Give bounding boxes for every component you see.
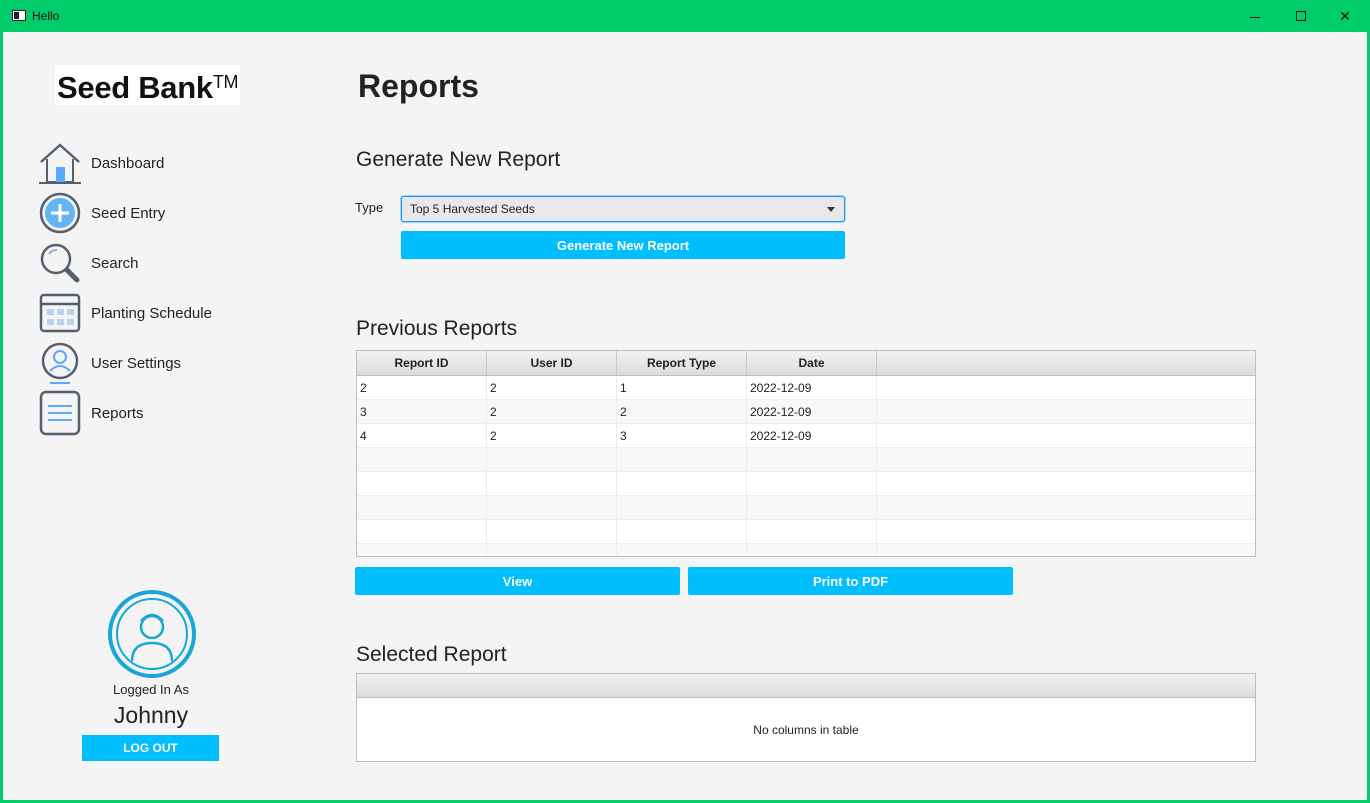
sidebar-item-label: Dashboard (91, 154, 165, 172)
empty-table-row (357, 496, 1255, 520)
sidebar-item-seed-entry[interactable]: Seed Entry (37, 188, 297, 238)
table-header: Report ID User ID Report Type Date (357, 351, 1255, 376)
table-cell: 2022-12-09 (747, 424, 877, 447)
view-button[interactable]: View (355, 567, 680, 595)
empty-table-row (357, 544, 1255, 556)
logout-button[interactable]: LOG OUT (82, 735, 219, 761)
previous-reports-heading: Previous Reports (356, 317, 518, 340)
maximize-button[interactable] (1278, 0, 1324, 32)
column-header-date[interactable]: Date (747, 351, 877, 375)
table-cell: 2 (487, 400, 617, 423)
table-cell: 2022-12-09 (747, 400, 877, 423)
column-header-user-id[interactable]: User ID (487, 351, 617, 375)
logged-in-label: Logged In As (113, 682, 189, 697)
table-cell: 4 (357, 424, 487, 447)
sidebar-item-dashboard[interactable]: Dashboard (37, 138, 297, 188)
plus-circle-icon (37, 190, 83, 236)
generate-report-heading: Generate New Report (356, 148, 561, 171)
selected-report-table[interactable]: No columns in table (356, 673, 1256, 762)
empty-table-row (357, 448, 1255, 472)
type-label: Type (355, 200, 384, 215)
table-body: 2 2 1 2022-12-09 3 2 2 2022-12-09 4 2 3 … (357, 376, 1255, 556)
calendar-icon (37, 290, 83, 336)
table-cell: 2 (617, 400, 747, 423)
username: Johnny (113, 702, 189, 728)
table-row[interactable]: 2 2 1 2022-12-09 (357, 376, 1255, 400)
table-header (357, 674, 1255, 698)
app-surface: Seed BankTM Dashboard Seed Entry Search … (3, 32, 1367, 800)
sidebar-item-label: Planting Schedule (91, 304, 212, 322)
chevron-down-icon (827, 207, 835, 212)
print-to-pdf-button[interactable]: Print to PDF (688, 567, 1013, 595)
magnifier-icon (37, 240, 83, 286)
table-cell-filler (877, 400, 1255, 423)
table-cell: 2 (487, 424, 617, 447)
table-cell: 3 (357, 400, 487, 423)
minimize-icon (1250, 16, 1260, 18)
app-icon (12, 10, 26, 21)
table-cell: 3 (617, 424, 747, 447)
table-cell: 2022-12-09 (747, 376, 877, 399)
user-icon (37, 340, 83, 386)
column-header-filler (877, 351, 1255, 375)
avatar-icon (107, 589, 197, 679)
sidebar-item-reports[interactable]: Reports (37, 388, 297, 438)
sidebar-item-label: Search (91, 254, 139, 272)
empty-table-row (357, 520, 1255, 544)
close-icon: ✕ (1339, 7, 1351, 24)
sidebar-item-label: Reports (91, 404, 144, 422)
close-button[interactable]: ✕ (1322, 0, 1368, 32)
sidebar-item-label: User Settings (91, 354, 182, 372)
sidebar-item-search[interactable]: Search (37, 238, 297, 288)
table-row[interactable]: 3 2 2 2022-12-09 (357, 400, 1255, 424)
window-title: Hello (32, 9, 60, 23)
page-title: Reports (358, 68, 479, 104)
maximize-icon (1296, 11, 1306, 21)
column-header-report-type[interactable]: Report Type (617, 351, 747, 375)
house-icon (37, 140, 83, 186)
title-bar: Hello ✕ (0, 0, 1370, 32)
table-row[interactable]: 4 2 3 2022-12-09 (357, 424, 1255, 448)
sidebar-item-user-settings[interactable]: User Settings (37, 338, 297, 388)
sidebar-item-planting-schedule[interactable]: Planting Schedule (37, 288, 297, 338)
empty-table-row (357, 472, 1255, 496)
report-type-select[interactable]: Top 5 Harvested Seeds (401, 196, 845, 222)
sidebar-item-label: Seed Entry (91, 204, 166, 222)
table-cell: 2 (357, 376, 487, 399)
table-cell: 1 (617, 376, 747, 399)
selected-report-heading: Selected Report (356, 643, 507, 666)
document-icon (37, 390, 83, 436)
previous-reports-table[interactable]: Report ID User ID Report Type Date 2 2 1… (356, 350, 1256, 557)
column-header-report-id[interactable]: Report ID (357, 351, 487, 375)
table-cell-filler (877, 376, 1255, 399)
brand-logo: Seed BankTM (55, 65, 241, 105)
empty-table-message: No columns in table (753, 723, 859, 737)
report-type-value: Top 5 Harvested Seeds (410, 202, 535, 216)
generate-report-button[interactable]: Generate New Report (401, 231, 845, 259)
table-cell-filler (877, 424, 1255, 447)
minimize-button[interactable] (1232, 0, 1278, 32)
table-cell: 2 (487, 376, 617, 399)
